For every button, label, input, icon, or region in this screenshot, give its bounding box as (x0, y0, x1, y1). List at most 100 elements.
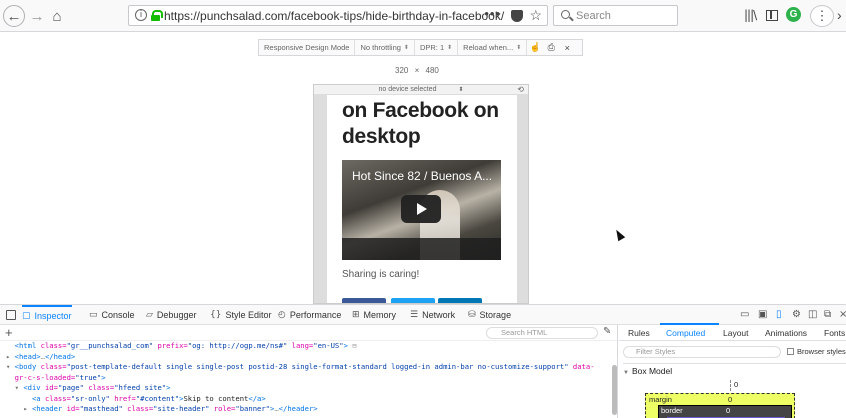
grammarly-extension-icon[interactable]: G (786, 7, 801, 22)
sidebar-tab-fonts[interactable]: Fonts (824, 328, 845, 338)
sidebar-tab-computed[interactable]: Computed (659, 323, 720, 338)
eyedropper-icon[interactable]: ✎ (603, 326, 611, 337)
tab-console[interactable]: ▭ Console (89, 305, 135, 325)
video-title[interactable]: Hot Since 82 / Buenos A... (352, 169, 492, 183)
tab-label: Performance (289, 310, 342, 320)
markup-token: href= (109, 393, 136, 403)
markup-token: <a (31, 393, 45, 403)
storage-icon: ⛁ (468, 310, 476, 320)
add-node-icon[interactable]: + (5, 325, 13, 340)
element-picker-icon[interactable] (6, 310, 16, 320)
sidebar-icon[interactable] (766, 10, 778, 21)
box-model-top-value[interactable]: 0 (730, 380, 738, 391)
forward-button[interactable]: → (26, 5, 48, 27)
box-model-header[interactable]: ▼ Box Model (623, 363, 846, 377)
screenshot-icon[interactable]: ⎙ (543, 40, 559, 55)
rdm-item-3[interactable]: Reload when... ⬍ (458, 40, 528, 55)
browser-styles-checkbox[interactable] (787, 348, 794, 355)
markup-token: "banner" (235, 404, 271, 413)
address-bar[interactable]: i https://punchsalad.com/facebook-tips/h… (128, 5, 548, 26)
close-devtools-icon[interactable]: × (839, 309, 846, 320)
dock-bottom-icon[interactable]: ▭ (740, 309, 749, 320)
tab-style-editor[interactable]: {} Style Editor (210, 305, 271, 325)
touch-icon[interactable]: ☝ (527, 40, 543, 55)
search-icon (561, 10, 570, 19)
markup-node[interactable]: ▾ <div id="page" class="hfeed site"> (6, 383, 617, 394)
rdm-item-2[interactable]: DPR: 1 ⬍ (415, 40, 459, 55)
search-box[interactable]: Search (553, 5, 678, 26)
markup-token: <div (23, 383, 45, 392)
play-button[interactable] (401, 195, 441, 223)
tab-memory[interactable]: ⊞ Memory (352, 305, 396, 325)
tab-label: Memory (363, 310, 397, 320)
devtools-panel: ▭ ▣ ▯ ⚙ ◫ ⧉ × ▢ Inspector ▭ Console ▱ Debugge… (0, 304, 846, 418)
viewport-width[interactable]: 320 (395, 66, 408, 75)
tab-debugger[interactable]: ▱ Debugger (146, 305, 196, 325)
page-actions-icon[interactable]: ••• (484, 6, 501, 21)
devtools-tabbar: ▭ ▣ ▯ ⚙ ◫ ⧉ × ▢ Inspector ▭ Console ▱ Debugge… (0, 305, 846, 325)
markup-token: class= (44, 393, 71, 403)
close-icon[interactable]: × (559, 40, 575, 55)
device-selector[interactable]: no device selected ⬍ ⟲ (314, 85, 528, 95)
expand-triangle-icon[interactable]: ▸ (6, 352, 15, 361)
performance-icon: ◴ (278, 310, 286, 320)
memory-icon: ⊞ (352, 310, 360, 320)
browser-styles-toggle[interactable]: Browser styles (787, 347, 846, 356)
info-icon[interactable]: i (135, 9, 147, 21)
viewport-height[interactable]: 480 (426, 66, 439, 75)
expand-triangle-icon[interactable]: ▾ (15, 383, 24, 392)
markup-token: "post-template-default single single-pos… (66, 362, 569, 371)
markup-token: class= (122, 404, 154, 413)
expand-triangle-icon[interactable]: ▾ (6, 362, 15, 371)
tab-network[interactable]: ☰ Network (410, 305, 455, 325)
rotate-icon[interactable]: ⟲ (517, 85, 524, 95)
web-page: on Facebook on desktop Hot Since 82 / Bu… (327, 95, 517, 303)
url-text[interactable]: https://punchsalad.com/facebook-tips/hid… (164, 9, 504, 23)
markup-token: "hfeed site" (114, 383, 167, 392)
markup-token: </header> (278, 404, 318, 413)
home-button[interactable]: ⌂ (46, 5, 68, 27)
margin-value[interactable]: 0 (728, 395, 732, 404)
markup-node[interactable]: gr-c-s-loaded="true"> (6, 373, 617, 384)
split-console-icon[interactable]: ▣ (758, 309, 767, 320)
menu-icon[interactable]: ⋮ (810, 5, 834, 27)
overflow-icon[interactable]: › (837, 7, 842, 23)
markup-token: class= (83, 383, 115, 392)
border-value[interactable]: 0 (726, 406, 730, 415)
markup-node[interactable]: ▾ <body class="post-template-default sin… (6, 362, 617, 373)
markup-token: lang= (287, 341, 314, 350)
responsive-mode-icon[interactable]: ▯ (776, 309, 782, 320)
tab-inspector[interactable]: ▢ Inspector (22, 305, 72, 325)
tab-label: Network (422, 310, 456, 320)
tab-storage[interactable]: ⛁ Storage (468, 305, 511, 325)
rdm-item-0[interactable]: Responsive Design Mode (259, 40, 356, 55)
markup-node[interactable]: ▸ <head>…</head> (6, 352, 617, 363)
filter-styles-input[interactable]: Filter Styles (623, 346, 781, 358)
sidebar-tab-animations[interactable]: Animations (765, 328, 807, 338)
undock-icon[interactable]: ⧉ (824, 309, 831, 320)
expand-triangle-icon[interactable]: ▸ (23, 404, 32, 413)
sidebar-tab-rules[interactable]: Rules (628, 328, 650, 338)
post-title: on Facebook on desktop (342, 99, 499, 148)
markup-node[interactable]: <html class="gr__punchsalad_com" prefix=… (6, 341, 617, 352)
back-button[interactable]: ← (3, 5, 25, 27)
markup-token: "page" (57, 383, 84, 392)
bookmark-star-icon[interactable]: ☆ (529, 7, 542, 24)
markup-node[interactable]: ▸ <header id="masthead" class="site-head… (6, 404, 617, 415)
pocket-icon[interactable] (511, 10, 523, 22)
tab-performance[interactable]: ◴ Performance (278, 305, 341, 325)
video-embed[interactable]: Hot Since 82 / Buenos A... (342, 160, 501, 260)
sidebar-tab-layout[interactable]: Layout (723, 328, 749, 338)
markup-node[interactable]: <a class="sr-only" href="#content">Skip … (6, 394, 617, 405)
markup-token: "og: http://ogp.me/ns#" (187, 341, 288, 350)
rdm-item-1[interactable]: No throttling ⬍ (355, 40, 415, 55)
markup-scrollbar[interactable] (612, 365, 617, 415)
markup-tree: <html class="gr__punchsalad_com" prefix=… (0, 341, 617, 415)
device-viewport: no device selected ⬍ ⟲ on Facebook on des… (313, 84, 529, 304)
home-icon: ⌂ (52, 7, 62, 25)
dock-side-icon[interactable]: ◫ (808, 309, 817, 320)
inspector-sidebar: Rules Computed Layout Animations Fonts Filte… (619, 323, 846, 418)
library-icon[interactable]: |||\ (744, 8, 757, 22)
search-html-input[interactable]: Search HTML (486, 327, 598, 339)
settings-gear-icon[interactable]: ⚙ (792, 309, 801, 320)
